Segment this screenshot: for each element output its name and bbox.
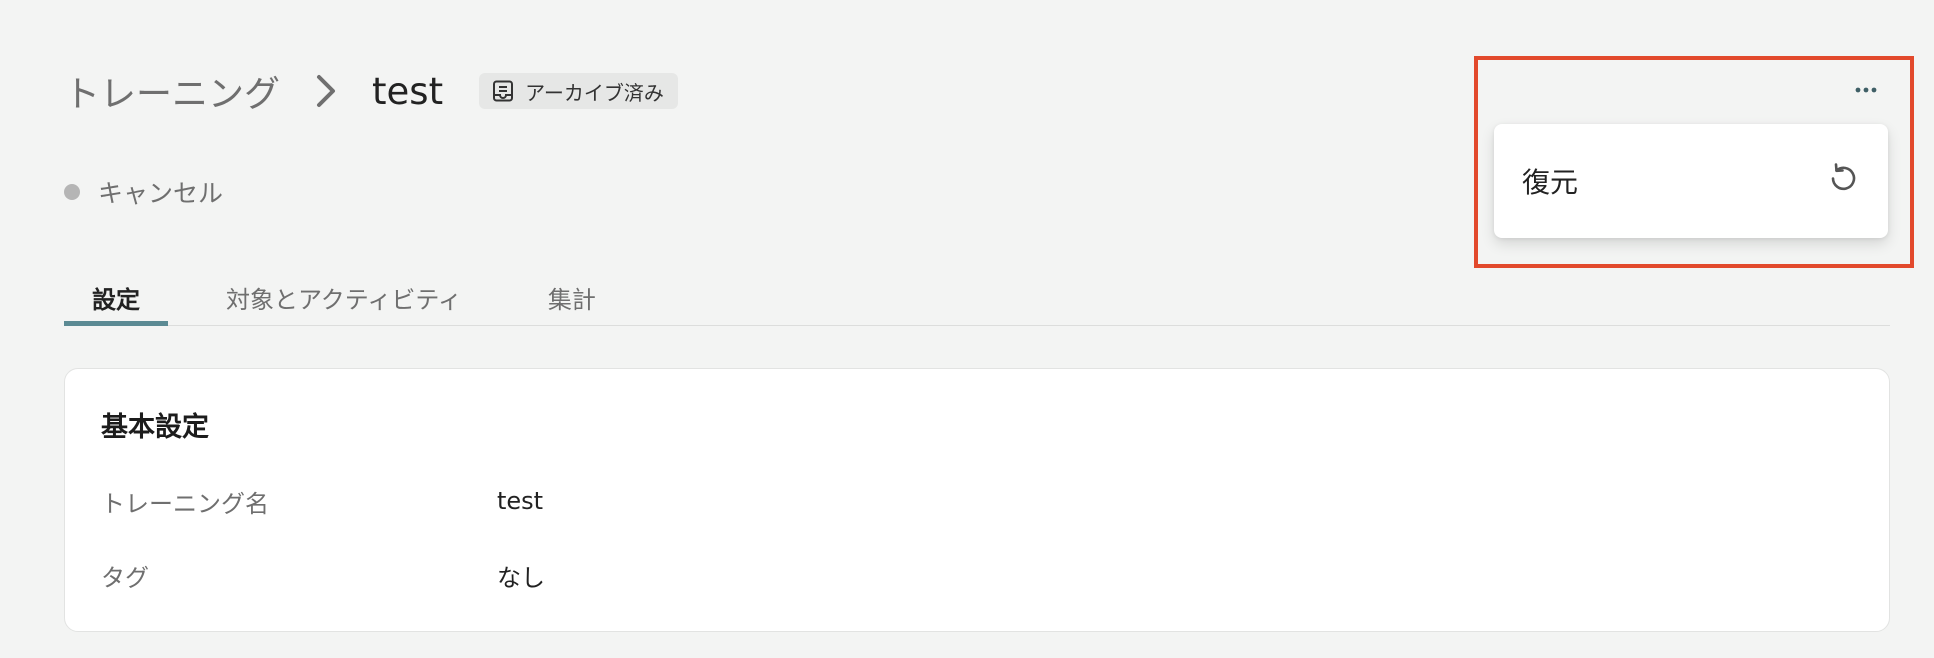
basic-settings-card: 基本設定 トレーニング名 test タグ なし — [64, 368, 1890, 632]
archive-icon — [491, 79, 515, 103]
breadcrumb-parent-link[interactable]: トレーニング — [64, 65, 280, 117]
field-value: test — [497, 487, 544, 515]
archived-badge: アーカイブ済み — [479, 73, 678, 109]
menu-item-restore[interactable]: 復元 — [1494, 124, 1888, 238]
status-dot — [64, 184, 80, 200]
tab-targets-activities[interactable]: 対象とアクティビティ — [198, 262, 490, 325]
menu-item-label: 復元 — [1522, 166, 1579, 199]
status-label: キャンセル — [98, 179, 224, 208]
tab-bar: 設定 対象とアクティビティ 集計 — [64, 262, 1890, 326]
card-title: 基本設定 — [101, 412, 209, 443]
chevron-right-icon — [308, 73, 344, 109]
field-row-tags: タグ なし — [101, 557, 545, 593]
field-row-training-name: トレーニング名 test — [101, 483, 543, 519]
breadcrumb: トレーニング test アーカイブ済み — [64, 62, 678, 120]
more-horizontal-icon — [1855, 87, 1877, 93]
field-label: トレーニング名 — [101, 489, 269, 518]
field-value: なし — [497, 563, 545, 592]
restore-icon — [1826, 161, 1860, 202]
more-options-menu: 復元 — [1494, 124, 1888, 238]
badge-label: アーカイブ済み — [525, 80, 664, 105]
status-indicator: キャンセル — [64, 174, 223, 210]
more-options-button[interactable] — [1846, 74, 1886, 106]
page: トレーニング test アーカイブ済み キャンセル 設定 対象とアクティビティ … — [0, 0, 1934, 658]
tab-settings[interactable]: 設定 — [64, 262, 168, 326]
field-label: タグ — [101, 563, 149, 592]
tab-summary[interactable]: 集計 — [520, 262, 624, 325]
page-title: test — [372, 69, 444, 113]
